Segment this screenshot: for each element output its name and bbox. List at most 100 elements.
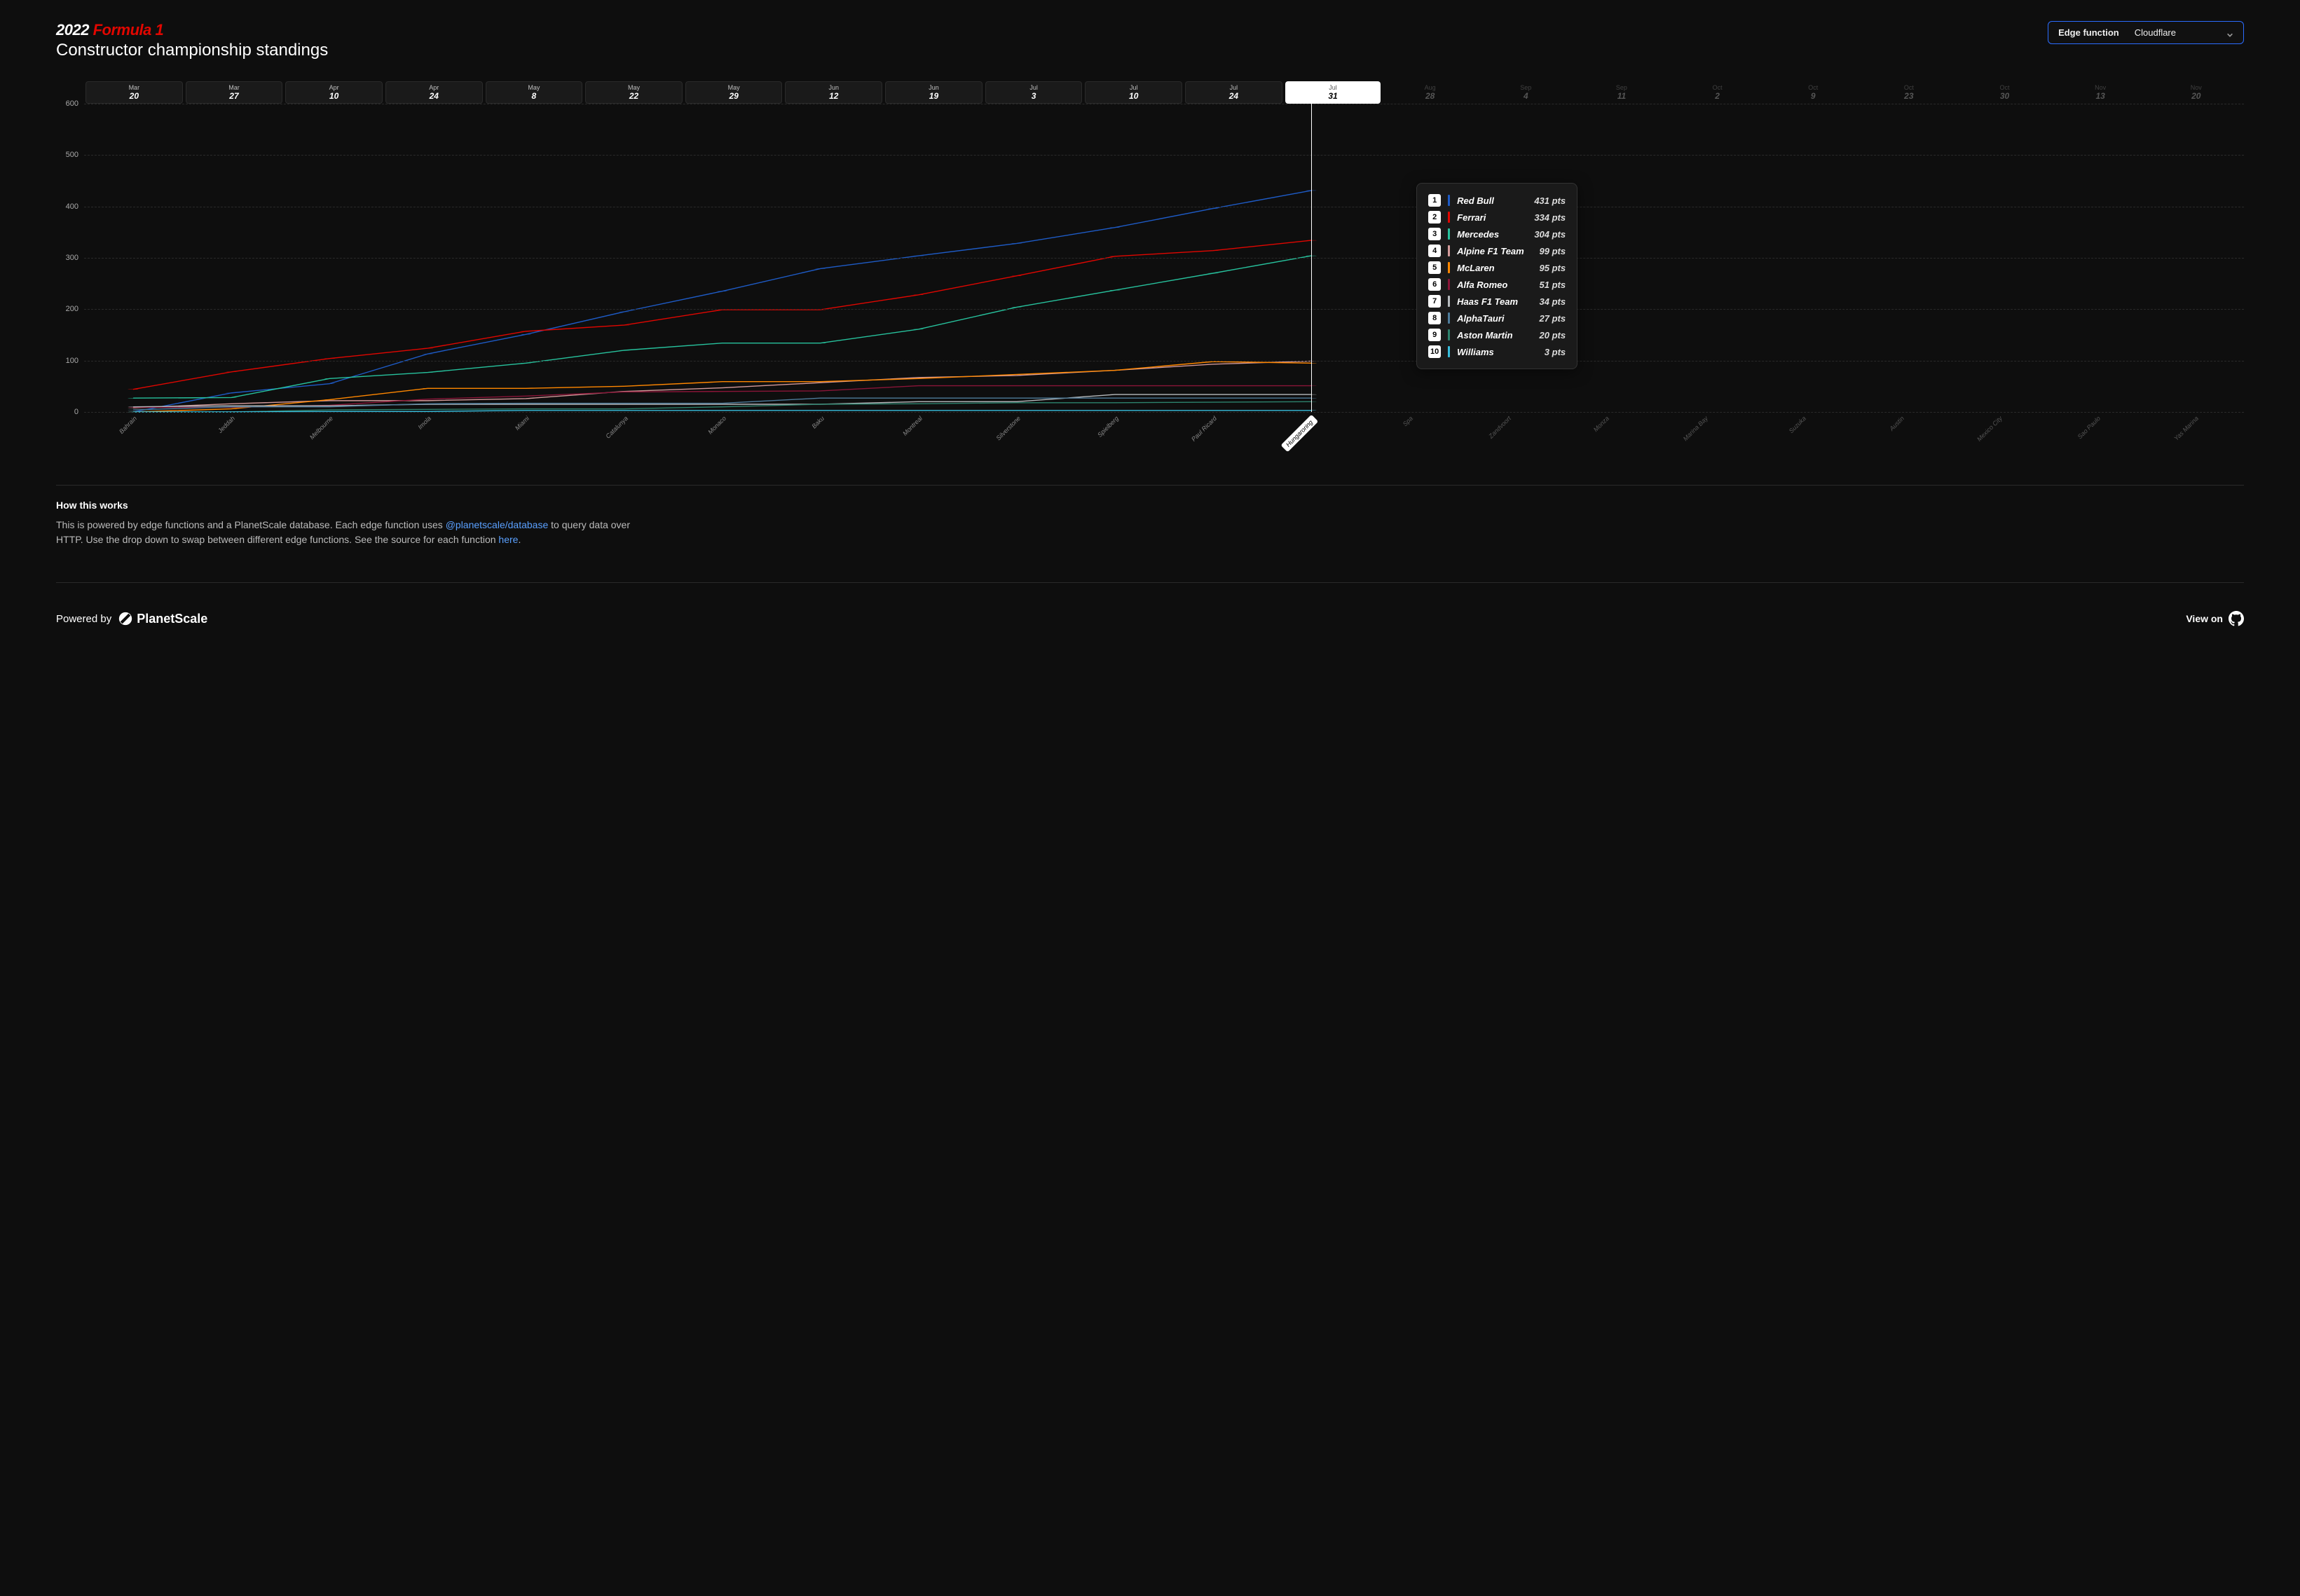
date-day: 22 (629, 91, 638, 101)
data-point (423, 348, 433, 349)
rank-badge: 9 (1428, 329, 1441, 341)
team-color-bar (1448, 262, 1450, 273)
team-name: McLaren (1457, 263, 1532, 273)
date-cell[interactable]: Jun19 (885, 81, 983, 104)
venue-cell: Austin (1851, 415, 1950, 450)
venue-label: Spielberg (1096, 415, 1120, 439)
date-month: Apr (429, 84, 439, 91)
data-point (226, 372, 236, 373)
team-name: Mercedes (1457, 229, 1527, 240)
date-day: 30 (2000, 91, 2009, 101)
data-point (1207, 273, 1218, 274)
date-day: 8 (532, 91, 537, 101)
planetscale-logo[interactable]: PlanetScale (118, 612, 207, 626)
date-day: 20 (2191, 91, 2200, 101)
date-cell[interactable]: Apr24 (385, 81, 483, 104)
date-cell[interactable]: Jul31 (1285, 81, 1381, 104)
venue-label: Hungaroring (1281, 415, 1318, 452)
team-points: 334 pts (1534, 212, 1566, 223)
data-point (619, 404, 629, 405)
date-cell[interactable]: Jul3 (985, 81, 1083, 104)
how-text-1: This is powered by edge functions and a … (56, 519, 446, 530)
github-icon (2229, 611, 2244, 626)
team-color-bar (1448, 195, 1450, 206)
view-on-github[interactable]: View on (2186, 611, 2244, 626)
data-point (521, 403, 531, 404)
team-color-bar (1448, 346, 1450, 357)
source-link[interactable]: here (498, 534, 518, 545)
tooltip-row: 8 AlphaTauri 27 pts (1428, 310, 1566, 326)
data-point (1109, 256, 1120, 257)
data-point (521, 388, 531, 389)
tooltip: 1 Red Bull 431 pts 2 Ferrari 334 pts 3 M… (1416, 183, 1577, 369)
date-cell: Oct9 (1765, 81, 1861, 104)
date-day: 20 (130, 91, 139, 101)
date-month: Oct (1904, 84, 1914, 91)
date-cell[interactable]: Mar27 (186, 81, 283, 104)
data-point (717, 404, 727, 405)
date-strip: Mar20Mar27Apr10Apr24May8May22May29Jun12J… (84, 81, 2244, 104)
grid-line (84, 258, 2244, 259)
date-month: Oct (1999, 84, 2009, 91)
data-point (423, 388, 433, 389)
data-point (423, 409, 433, 410)
date-cell[interactable]: Jul24 (1185, 81, 1282, 104)
date-cell: Sep4 (1478, 81, 1574, 104)
date-cell[interactable]: May29 (685, 81, 783, 104)
planetscale-db-link[interactable]: @planetscale/database (446, 519, 549, 530)
how-text-3: . (518, 534, 521, 545)
tooltip-row: 2 Ferrari 334 pts (1428, 209, 1566, 226)
date-day: 11 (1617, 91, 1626, 101)
venue-label: Bahrain (118, 415, 138, 435)
date-day: 12 (829, 91, 838, 101)
grid-line (84, 155, 2244, 156)
plot[interactable] (84, 104, 2244, 412)
data-point (1011, 403, 1022, 404)
dropdown-label: Edge function (2058, 27, 2119, 38)
venue-label: Baku (810, 415, 826, 430)
viewon-label: View on (2186, 613, 2223, 624)
data-point (1011, 307, 1022, 308)
how-body: This is powered by edge functions and a … (56, 518, 659, 547)
data-point (619, 325, 629, 326)
venue-cell: Melbourne (280, 415, 378, 450)
date-month: Oct (1808, 84, 1818, 91)
data-point (1207, 394, 1218, 395)
tooltip-row: 6 Alfa Romeo 51 pts (1428, 276, 1566, 293)
team-points: 3 pts (1545, 347, 1566, 357)
date-cell[interactable]: Jul10 (1085, 81, 1182, 104)
date-cell[interactable]: May8 (486, 81, 583, 104)
date-cell[interactable]: May22 (585, 81, 683, 104)
data-point (1011, 374, 1022, 375)
header: 2022 Formula 1 Constructor championship … (56, 21, 2244, 60)
data-point (815, 398, 826, 399)
venue-label: Sao Paulo (2076, 415, 2102, 440)
date-day: 10 (329, 91, 338, 101)
data-point (324, 406, 335, 407)
date-cell[interactable]: Apr10 (285, 81, 383, 104)
data-point (815, 381, 826, 382)
venue-cell: Marina Bay (1655, 415, 1753, 450)
date-cell[interactable]: Mar20 (85, 81, 183, 104)
team-color-bar (1448, 296, 1450, 307)
team-name: Williams (1457, 347, 1538, 357)
data-point (128, 410, 138, 411)
rank-badge: 1 (1428, 194, 1441, 207)
y-tick: 500 (66, 151, 78, 159)
team-points: 27 pts (1540, 313, 1566, 324)
venue-cell: Suzuka (1753, 415, 1851, 450)
data-point (913, 385, 924, 386)
team-name: Ferrari (1457, 212, 1527, 223)
venue-cell: Spielberg (1066, 415, 1164, 450)
data-point (1011, 398, 1022, 399)
edge-function-select[interactable]: Edge function Cloudflare (2048, 21, 2244, 44)
data-point (1207, 208, 1218, 209)
data-point (1011, 401, 1022, 402)
date-cell[interactable]: Jun12 (785, 81, 882, 104)
venue-label: Melbourne (308, 415, 334, 441)
venue-cell: Sao Paulo (2048, 415, 2146, 450)
tooltip-row: 4 Alpine F1 Team 99 pts (1428, 242, 1566, 259)
rank-badge: 7 (1428, 295, 1441, 308)
tooltip-row: 7 Haas F1 Team 34 pts (1428, 293, 1566, 310)
date-month: Aug (1425, 84, 1436, 91)
